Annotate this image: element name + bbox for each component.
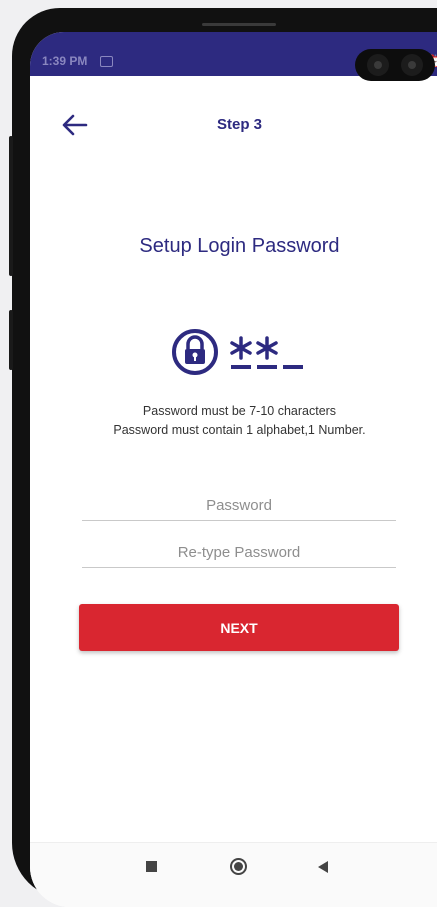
triangle-back-icon[interactable] <box>318 861 328 873</box>
phone-frame: 1:39 PM ⏰ Step 3 Setup Login Password <box>9 8 437 907</box>
camera-lens-icon <box>401 54 423 76</box>
square-icon[interactable] <box>146 861 157 872</box>
lock-password-icon <box>172 329 303 375</box>
power-button <box>9 310 13 370</box>
step-title: Step 3 <box>216 116 262 133</box>
rule-composition: Password must contain 1 alphabet,1 Numbe… <box>113 423 366 437</box>
retype-password-input[interactable] <box>82 537 396 568</box>
android-nav-bar <box>30 842 437 907</box>
password-rules: Password must be 7-10 characters Passwor… <box>30 402 437 440</box>
next-button[interactable]: NEXT <box>79 604 399 651</box>
volume-button <box>9 136 13 276</box>
password-input[interactable] <box>82 490 396 521</box>
camera-lens-icon <box>367 54 389 76</box>
screen: 1:39 PM ⏰ Step 3 Setup Login Password <box>30 32 437 907</box>
message-icon <box>100 56 113 67</box>
camera-cutout <box>355 49 435 81</box>
earpiece-speaker <box>202 23 276 26</box>
page-heading: Setup Login Password <box>139 235 340 257</box>
status-time: 1:39 PM <box>42 54 88 68</box>
rule-length: Password must be 7-10 characters <box>142 404 337 418</box>
circle-icon[interactable] <box>230 858 247 875</box>
